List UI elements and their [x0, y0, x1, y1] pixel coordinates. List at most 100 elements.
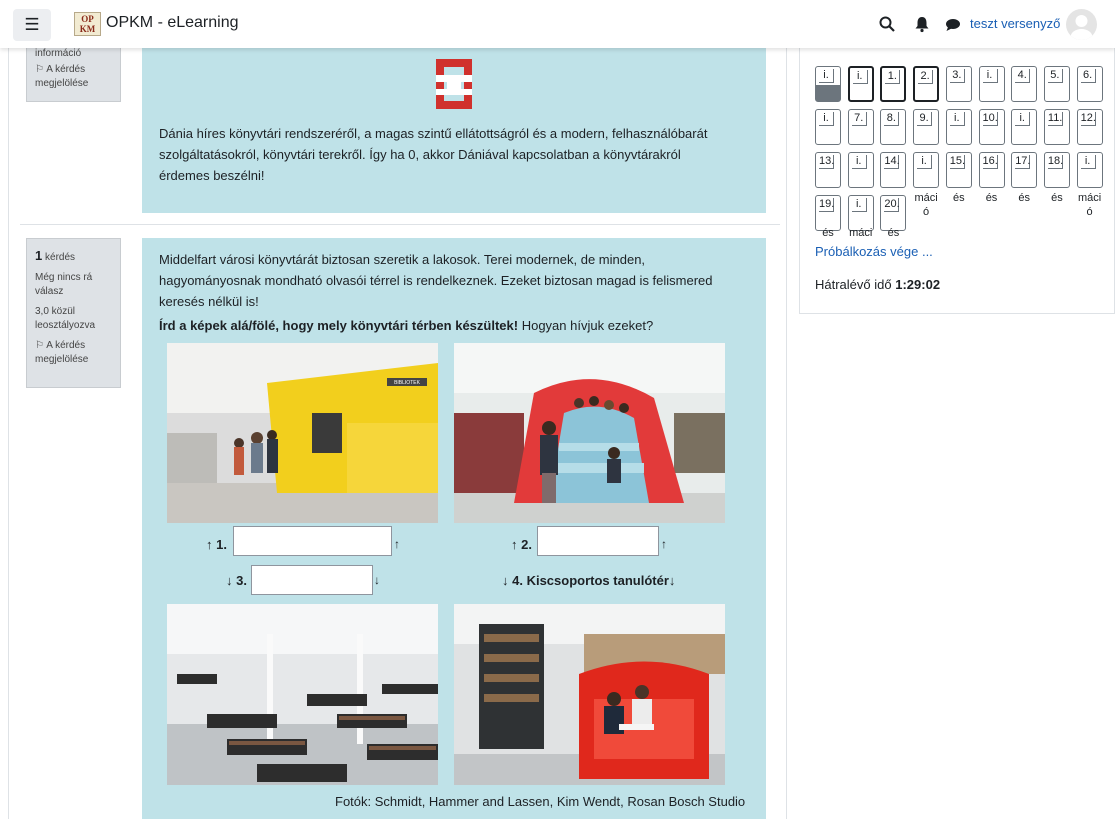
content-right-border	[786, 48, 787, 819]
quiz-nav-button[interactable]: 15.	[945, 152, 972, 188]
quiz-nav-button[interactable]: 14.	[880, 152, 907, 188]
nav-fragment-text: és	[985, 192, 998, 204]
quiz-nav-button-label: 6.	[1080, 69, 1096, 83]
chat-icon[interactable]	[944, 16, 962, 34]
site-logo[interactable]: OP KM	[74, 12, 101, 36]
nav-fragment-text: és	[1018, 192, 1030, 204]
quiz-nav-button-label: 7.	[851, 112, 867, 126]
quiz-nav-button-label: 13.	[819, 155, 835, 169]
quiz-nav-button-label: i.	[1015, 112, 1031, 126]
quiz-nav-button[interactable]: 2.	[913, 66, 940, 102]
quiz-nav-button[interactable]: i.	[847, 66, 874, 102]
down-arrow-icon: ↓	[502, 573, 509, 588]
quiz-nav-button[interactable]: 18.	[1043, 152, 1070, 188]
time-remaining: Hátralévő idő 1:29:02	[815, 277, 940, 292]
quiz-nav-button-label: 1.	[885, 70, 901, 84]
quiz-nav-button-label: 2.	[918, 70, 934, 84]
quiz-nav-button-label: i.	[949, 112, 965, 126]
quiz-nav-button[interactable]: 10.	[978, 109, 1005, 145]
answer-input-1[interactable]	[233, 526, 392, 556]
menu-toggle-button[interactable]: ☰	[13, 9, 51, 41]
quiz-nav-button[interactable]: 6.	[1076, 66, 1103, 102]
question-number-line: 1 kérdés	[35, 249, 112, 265]
quiz-nav-button[interactable]: i.	[847, 152, 874, 188]
question-number-label: kérdés	[45, 252, 76, 263]
quiz-nav-button[interactable]: 17.	[1011, 152, 1038, 188]
quiz-nav-button[interactable]: 5.	[1043, 66, 1070, 102]
content-left-border	[8, 48, 9, 819]
user-silhouette-icon	[1070, 15, 1093, 40]
flag-question-link[interactable]: ⚐ A kérdés megjelölése	[35, 63, 112, 91]
question-status: Még nincs rá válasz	[35, 272, 93, 297]
label-1-text: 1.	[216, 537, 227, 552]
quiz-nav-button-label: i.	[917, 155, 933, 169]
quiz-nav-button[interactable]: i.	[815, 66, 841, 102]
user-menu-name[interactable]: teszt versenyző	[970, 16, 1060, 31]
quiz-nav-button[interactable]: 1.	[880, 66, 907, 102]
label-2-text: 2.	[521, 537, 532, 552]
menu-icon: ☰	[24, 15, 40, 34]
down-arrow-icon: ↓	[226, 573, 233, 588]
quiz-nav-button[interactable]: i.	[1011, 109, 1038, 145]
quiz-nav-button[interactable]: i.	[815, 109, 841, 145]
quiz-nav-button[interactable]: 9.	[913, 109, 940, 145]
quiz-nav-button-label: i.	[852, 70, 868, 84]
quiz-nav-button-label: 18.	[1047, 155, 1064, 169]
quiz-nav-button-label: 5.	[1047, 69, 1063, 83]
quiz-nav-button-label: 3.	[949, 69, 965, 83]
search-icon[interactable]	[878, 15, 896, 33]
quiz-nav-button-label: 12.	[1080, 112, 1096, 126]
quiz-nav-button-label: 11.	[1047, 112, 1063, 126]
finish-attempt-link[interactable]: Próbálkozás vége ...	[815, 244, 933, 259]
nav-fragment-text: máci ó	[914, 192, 938, 218]
photo-credit: Fotók: Schmidt, Hammer and Lassen, Kim W…	[335, 794, 746, 809]
nav-fragment-text: máci	[849, 227, 873, 239]
answer-input-3[interactable]	[251, 565, 373, 595]
quiz-nav-button[interactable]: 13.	[815, 152, 841, 188]
prev-question-text: Dánia híres könyvtári rendszeréről, a ma…	[159, 126, 708, 183]
quiz-nav-button[interactable]: 8.	[880, 109, 907, 145]
prev-question-info: információ ⚐ A kérdés megjelölése	[26, 40, 121, 102]
prev-info-label: információ	[35, 48, 82, 59]
quiz-nav-button[interactable]: 12.	[1076, 109, 1103, 145]
quiz-nav-button[interactable]: i.	[945, 109, 972, 145]
quiz-nav-button-label: i.	[1080, 155, 1096, 169]
quiz-nav-button[interactable]: i.	[1076, 152, 1103, 188]
nav-fragment-text: és	[952, 192, 965, 204]
quiz-nav-button-label: i.	[982, 69, 998, 83]
quiz-nav-button[interactable]: 4.	[1011, 66, 1038, 102]
library-photo-3	[167, 604, 438, 785]
quiz-nav-button-label: i.	[851, 155, 867, 169]
question-instruction: Írd a képek alá/fölé, hogy mely könyvtár…	[159, 315, 759, 336]
quiz-nav-button[interactable]: i.	[978, 66, 1005, 102]
quiz-nav-button-label: i.	[819, 112, 834, 126]
library-photo-1: BIBLIOTEK	[167, 343, 438, 523]
quiz-nav-button[interactable]: 11.	[1043, 109, 1070, 145]
quiz-nav-button-label: i.	[851, 198, 867, 212]
up-arrow-icon: ↑	[661, 537, 667, 551]
quiz-nav-button[interactable]: 3.	[945, 66, 972, 102]
quiz-nav-button-label: 9.	[917, 112, 933, 126]
quiz-nav-button[interactable]: i.	[913, 152, 940, 188]
question-separator	[20, 224, 780, 225]
quiz-nav-button[interactable]: 7.	[847, 109, 874, 145]
quiz-nav-button-label: 14.	[884, 155, 900, 169]
bell-icon[interactable]	[913, 15, 931, 33]
avatar[interactable]	[1066, 9, 1097, 40]
flag-question-link[interactable]: ⚐ A kérdés megjelölése	[35, 339, 112, 367]
site-title[interactable]: OPKM - eLearning	[106, 14, 239, 32]
logo-text: OP KM	[79, 14, 96, 34]
quiz-nav-button-label: 20.	[884, 198, 900, 212]
label-4-text: 4. Kiscsoportos tanulótér	[512, 573, 669, 588]
question-intro: Middelfart városi könyvtárát biztosan sz…	[159, 252, 713, 309]
question-info: 1 kérdés Még nincs rá válasz 3,0 közül l…	[26, 238, 121, 388]
navbar: ☰ OP KM OPKM - eLearning teszt versenyző	[0, 0, 1115, 48]
nav-fragment-text: és	[1051, 192, 1063, 204]
nav-fragment-text: máci ó	[1077, 192, 1102, 218]
answer-input-2[interactable]	[537, 526, 659, 556]
quiz-nav-button-label: 17.	[1015, 155, 1031, 169]
quiz-nav-button-label: 8.	[884, 112, 900, 126]
quiz-nav-button[interactable]: 16.	[978, 152, 1005, 188]
down-arrow-icon: ↓	[374, 573, 380, 587]
up-arrow-icon: ↑	[394, 537, 400, 551]
